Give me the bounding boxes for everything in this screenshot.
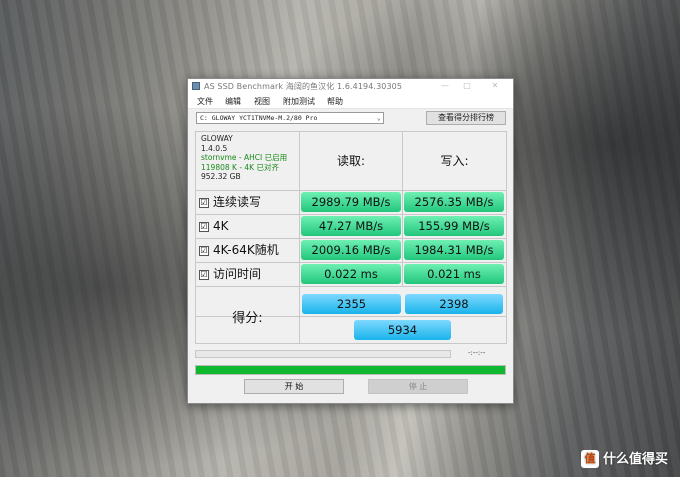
menu-edit[interactable]: 编辑 [225, 96, 241, 107]
test-access-name: 访问时间 [213, 267, 262, 281]
title-bar[interactable]: AS SSD Benchmark 海阔的鱼汉化 1.6.4194.30305 —… [188, 79, 513, 94]
device-capacity: 952.32 GB [201, 172, 241, 181]
device-alignment: 119808 K - 4K 已对齐 [201, 162, 279, 172]
read-header: 读取: [336, 154, 366, 168]
view-ranking-button[interactable]: 查看得分排行榜 [426, 111, 506, 125]
device-driver: stornvme - AHCI 已启用 [201, 153, 288, 162]
device-info: GLOWAY 1.4.0.5 stornvme - AHCI 已启用 11980… [196, 132, 299, 190]
app-icon [192, 82, 200, 90]
write-score: 2398 [405, 294, 503, 314]
seq-read-result: 2989.79 MB/s [301, 192, 401, 212]
access-write-result: 0.021 ms [404, 264, 504, 284]
test-4k-name: 4K [213, 219, 229, 233]
window-title: AS SSD Benchmark 海阔的鱼汉化 1.6.4194.30305 [204, 82, 403, 91]
test-seq-name: 连续读写 [213, 195, 262, 209]
4k-read-result: 47.27 MB/s [301, 216, 401, 236]
test-4k-label[interactable]: ☑ 4K [196, 215, 299, 238]
test-access-checkbox[interactable]: ☑ [199, 270, 209, 280]
device-firmware: 1.4.0.5 [201, 143, 228, 153]
seq-write-result: 2576.35 MB/s [404, 192, 504, 212]
test-seq-checkbox[interactable]: ☑ [199, 198, 209, 208]
4k64-write-result: 1984.31 MB/s [404, 240, 504, 260]
as-ssd-window: AS SSD Benchmark 海阔的鱼汉化 1.6.4194.30305 —… [187, 78, 514, 404]
access-read-result: 0.022 ms [301, 264, 401, 284]
menu-file[interactable]: 文件 [197, 96, 213, 107]
menu-extra-tests[interactable]: 附加测试 [283, 96, 315, 107]
stop-button[interactable]: 停 止 [368, 379, 468, 394]
close-icon[interactable]: ✕ [488, 80, 502, 92]
menu-help[interactable]: 帮助 [327, 96, 343, 107]
drive-select-value: C: GLOWAY YCT1TNVMe-M.2/80 Pro [200, 114, 318, 122]
score-label: 得分: [232, 311, 263, 326]
elapsed-timer: -:--:-- [468, 349, 486, 357]
chevron-down-icon: ⌄ [376, 114, 381, 122]
overall-progress-fill [196, 366, 505, 374]
4k64-read-result: 2009.16 MB/s [301, 240, 401, 260]
write-header: 写入: [440, 154, 469, 168]
drive-select[interactable]: C: GLOWAY YCT1TNVMe-M.2/80 Pro ⌄ [196, 112, 384, 124]
watermark-logo-icon: 值 [580, 450, 599, 468]
test-4k64-name: 4K-64K随机 [213, 243, 279, 257]
start-button[interactable]: 开 始 [244, 379, 344, 394]
test-4k64-label[interactable]: ☑ 4K-64K随机 [196, 239, 299, 262]
menu-bar: 文件 编辑 视图 附加测试 帮助 [188, 94, 513, 109]
test-4k64-checkbox[interactable]: ☑ [199, 246, 209, 256]
total-score: 5934 [354, 320, 451, 340]
current-test-progress [195, 350, 451, 358]
read-score: 2355 [302, 294, 401, 314]
menu-view[interactable]: 视图 [254, 96, 270, 107]
test-seq-label[interactable]: ☑ 连续读写 [196, 191, 299, 214]
device-brand: GLOWAY [201, 134, 233, 143]
minimize-icon[interactable]: — [438, 80, 452, 92]
test-4k-checkbox[interactable]: ☑ [199, 222, 209, 232]
maximize-icon[interactable]: □ [460, 80, 474, 92]
test-access-label[interactable]: ☑ 访问时间 [196, 263, 299, 286]
site-watermark: 值什么值得买 [580, 448, 668, 468]
4k-write-result: 155.99 MB/s [404, 216, 504, 236]
watermark-text: 什么值得买 [602, 451, 668, 467]
overall-progress [195, 365, 506, 375]
